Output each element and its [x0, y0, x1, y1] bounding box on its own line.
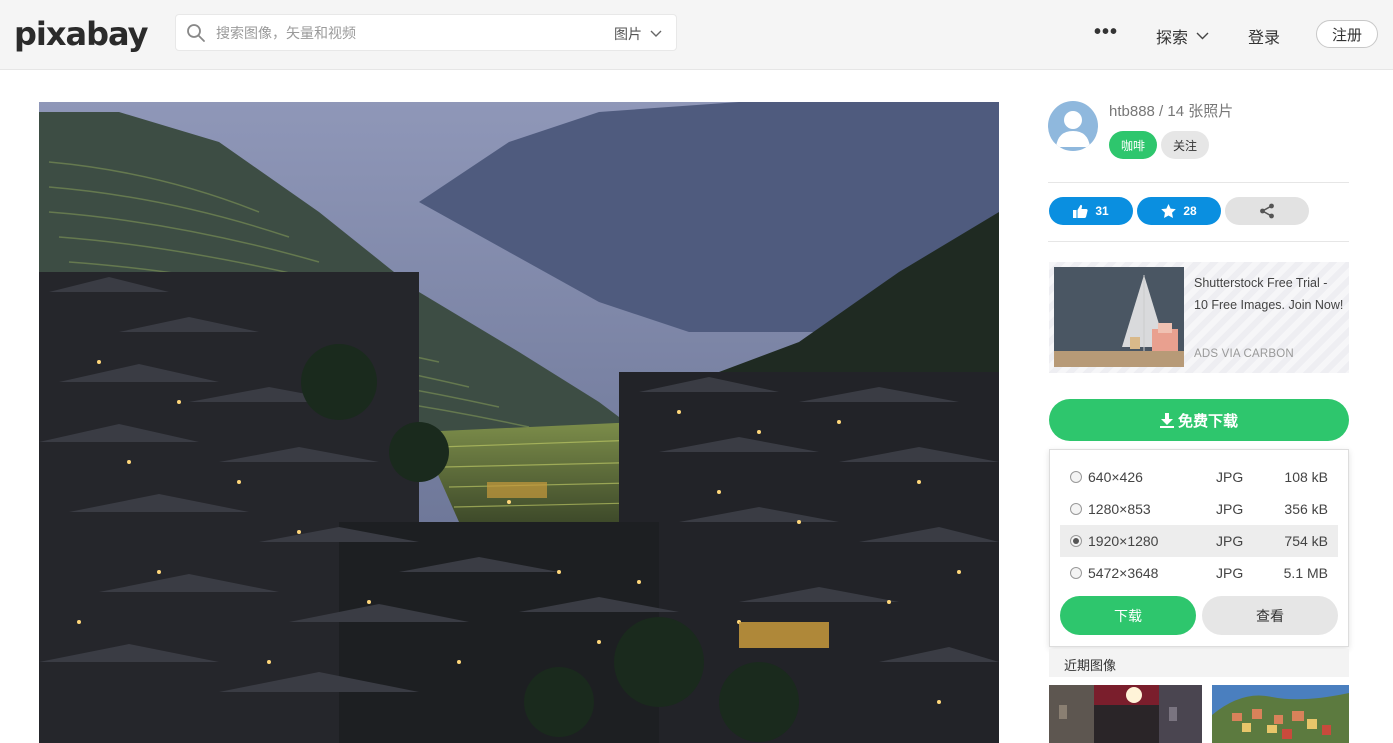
option-size: 5.1 MB	[1283, 565, 1328, 581]
login-link[interactable]: 登录	[1248, 24, 1280, 48]
free-download-button[interactable]: 免费下载	[1049, 399, 1349, 441]
download-icon	[1159, 412, 1174, 428]
search-icon[interactable]	[186, 23, 206, 43]
radio-button-selected[interactable]	[1070, 535, 1082, 547]
recent-images-label: 近期图像	[1064, 658, 1117, 673]
main-photo[interactable]	[39, 102, 999, 743]
download-options-panel: 640×426 JPG 108 kB 1280×853 JPG 356 kB 1…	[1049, 449, 1349, 647]
divider	[1048, 182, 1349, 183]
follow-button[interactable]: 关注	[1161, 131, 1209, 159]
view-button[interactable]: 查看	[1202, 596, 1338, 635]
radio-button[interactable]	[1070, 503, 1082, 515]
pixabay-logo[interactable]: pixabay	[14, 14, 148, 54]
option-resolution: 1280×853	[1088, 501, 1151, 517]
download-button[interactable]: 下载	[1060, 596, 1196, 635]
user-info[interactable]: htb888 / 14 张照片	[1109, 100, 1233, 121]
carbon-ad[interactable]: Shutterstock Free Trial - 10 Free Images…	[1049, 262, 1349, 373]
option-format: JPG	[1216, 533, 1244, 549]
coffee-button[interactable]: 咖啡	[1109, 131, 1157, 159]
option-format: JPG	[1216, 565, 1244, 581]
street-night-image	[1049, 685, 1202, 743]
radio-button[interactable]	[1070, 471, 1082, 483]
search-type-dropdown[interactable]: 图片	[614, 24, 662, 44]
recent-image-thumbnail[interactable]	[1049, 685, 1202, 743]
chevron-down-icon	[1196, 32, 1209, 40]
star-icon	[1161, 204, 1177, 218]
search-type-label: 图片	[614, 26, 642, 42]
explore-label: 探索	[1156, 30, 1189, 47]
user-avatar-icon	[1056, 111, 1090, 147]
coastal-town-image	[1212, 685, 1349, 743]
explore-menu[interactable]: 探索	[1156, 24, 1209, 48]
option-resolution: 640×426	[1088, 469, 1143, 485]
share-button[interactable]	[1225, 197, 1309, 225]
recent-image-thumbnail[interactable]	[1212, 685, 1349, 743]
register-button[interactable]: 注册	[1316, 20, 1378, 48]
free-download-label: 免费下载	[1177, 412, 1238, 430]
village-landscape-image	[39, 102, 999, 743]
favorite-button[interactable]: 28	[1137, 197, 1221, 225]
chevron-down-icon	[650, 30, 662, 37]
download-option-row[interactable]: 640×426 JPG 108 kB	[1060, 461, 1338, 493]
search-bar: 图片	[175, 14, 677, 51]
option-size: 356 kB	[1284, 501, 1328, 517]
download-option-row[interactable]: 5472×3648 JPG 5.1 MB	[1060, 557, 1338, 589]
like-count: 31	[1095, 204, 1109, 218]
option-size: 754 kB	[1284, 533, 1328, 549]
divider	[1048, 241, 1349, 242]
option-format: JPG	[1216, 501, 1244, 517]
search-input[interactable]	[216, 21, 596, 45]
option-size: 108 kB	[1284, 469, 1328, 485]
option-resolution: 1920×1280	[1088, 533, 1159, 549]
avatar[interactable]	[1048, 101, 1098, 151]
thumbs-up-icon	[1073, 204, 1088, 218]
radio-button[interactable]	[1070, 567, 1082, 579]
top-header: pixabay 图片 ••• 探索 登录 注册	[0, 0, 1393, 70]
more-menu-button[interactable]: •••	[1094, 22, 1118, 42]
download-option-row[interactable]: 1280×853 JPG 356 kB	[1060, 493, 1338, 525]
recent-images-header: 近期图像	[1049, 649, 1349, 677]
ad-text[interactable]: Shutterstock Free Trial - 10 Free Images…	[1194, 272, 1344, 316]
option-resolution: 5472×3648	[1088, 565, 1159, 581]
download-option-row-selected[interactable]: 1920×1280 JPG 754 kB	[1060, 525, 1338, 557]
ad-image[interactable]	[1054, 267, 1184, 367]
share-icon	[1260, 203, 1274, 219]
favorite-count: 28	[1183, 204, 1197, 218]
ad-via-label[interactable]: ADS VIA CARBON	[1194, 348, 1294, 360]
christmas-tree-image	[1054, 267, 1184, 367]
like-button[interactable]: 31	[1049, 197, 1133, 225]
option-format: JPG	[1216, 469, 1244, 485]
